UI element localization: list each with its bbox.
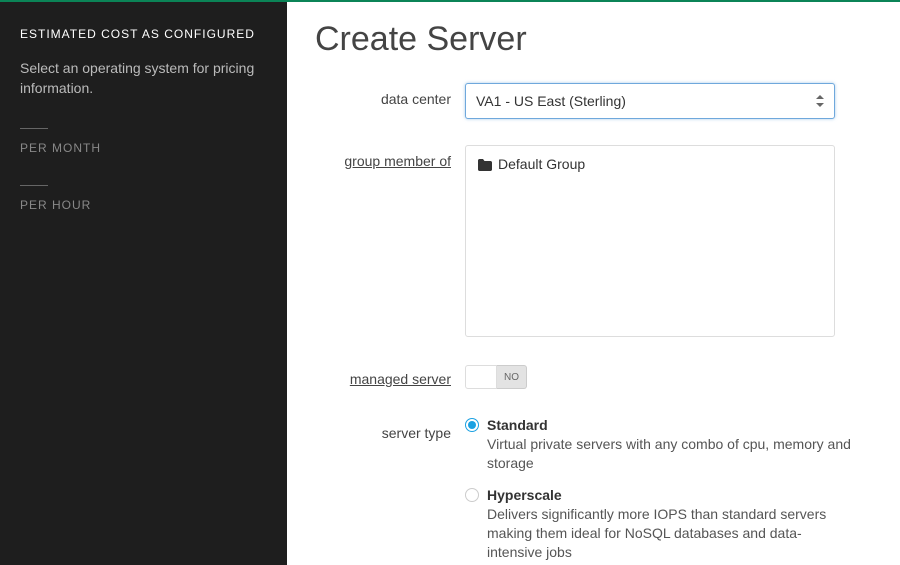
managed-server-toggle[interactable]: NO [465, 363, 835, 391]
group-item-label: Default Group [498, 156, 585, 172]
data-center-select[interactable]: VA1 - US East (Sterling) [465, 83, 835, 119]
radio-icon[interactable] [465, 488, 479, 502]
radio-icon[interactable] [465, 418, 479, 432]
folder-icon [478, 158, 492, 170]
sidebar-title: ESTIMATED COST AS CONFIGURED [20, 27, 267, 41]
server-type-option-standard[interactable]: Standard Virtual private servers with an… [465, 417, 855, 473]
cost-sidebar: ESTIMATED COST AS CONFIGURED Select an o… [0, 2, 287, 565]
group-member-row: group member of Default Group [315, 145, 872, 337]
server-type-label: server type [315, 417, 465, 441]
toggle-track [465, 365, 497, 389]
group-listbox[interactable]: Default Group [465, 145, 835, 337]
toggle-state-label: NO [497, 365, 527, 389]
divider [20, 185, 48, 186]
list-item[interactable]: Default Group [478, 156, 822, 172]
radio-desc: Virtual private servers with any combo o… [487, 435, 855, 473]
server-type-radiogroup: Standard Virtual private servers with an… [465, 417, 855, 565]
group-member-label: group member of [315, 145, 465, 169]
server-type-option-hyperscale[interactable]: Hyperscale Delivers significantly more I… [465, 487, 855, 562]
radio-title: Hyperscale [487, 487, 562, 503]
server-type-row: server type Standard Virtual private ser… [315, 417, 872, 565]
page-title: Create Server [315, 20, 872, 59]
data-center-label: data center [315, 83, 465, 107]
per-hour-label: PER HOUR [20, 198, 267, 212]
radio-desc: Delivers significantly more IOPS than st… [487, 505, 855, 562]
radio-title: Standard [487, 417, 548, 433]
app-container: ESTIMATED COST AS CONFIGURED Select an o… [0, 2, 900, 565]
managed-server-label: managed server [315, 363, 465, 387]
managed-server-row: managed server NO [315, 363, 872, 391]
sidebar-subtext: Select an operating system for pricing i… [20, 59, 267, 98]
per-month-label: PER MONTH [20, 141, 267, 155]
divider [20, 128, 48, 129]
data-center-row: data center VA1 - US East (Sterling) [315, 83, 872, 119]
main-panel: Create Server data center VA1 - US East … [287, 2, 900, 565]
